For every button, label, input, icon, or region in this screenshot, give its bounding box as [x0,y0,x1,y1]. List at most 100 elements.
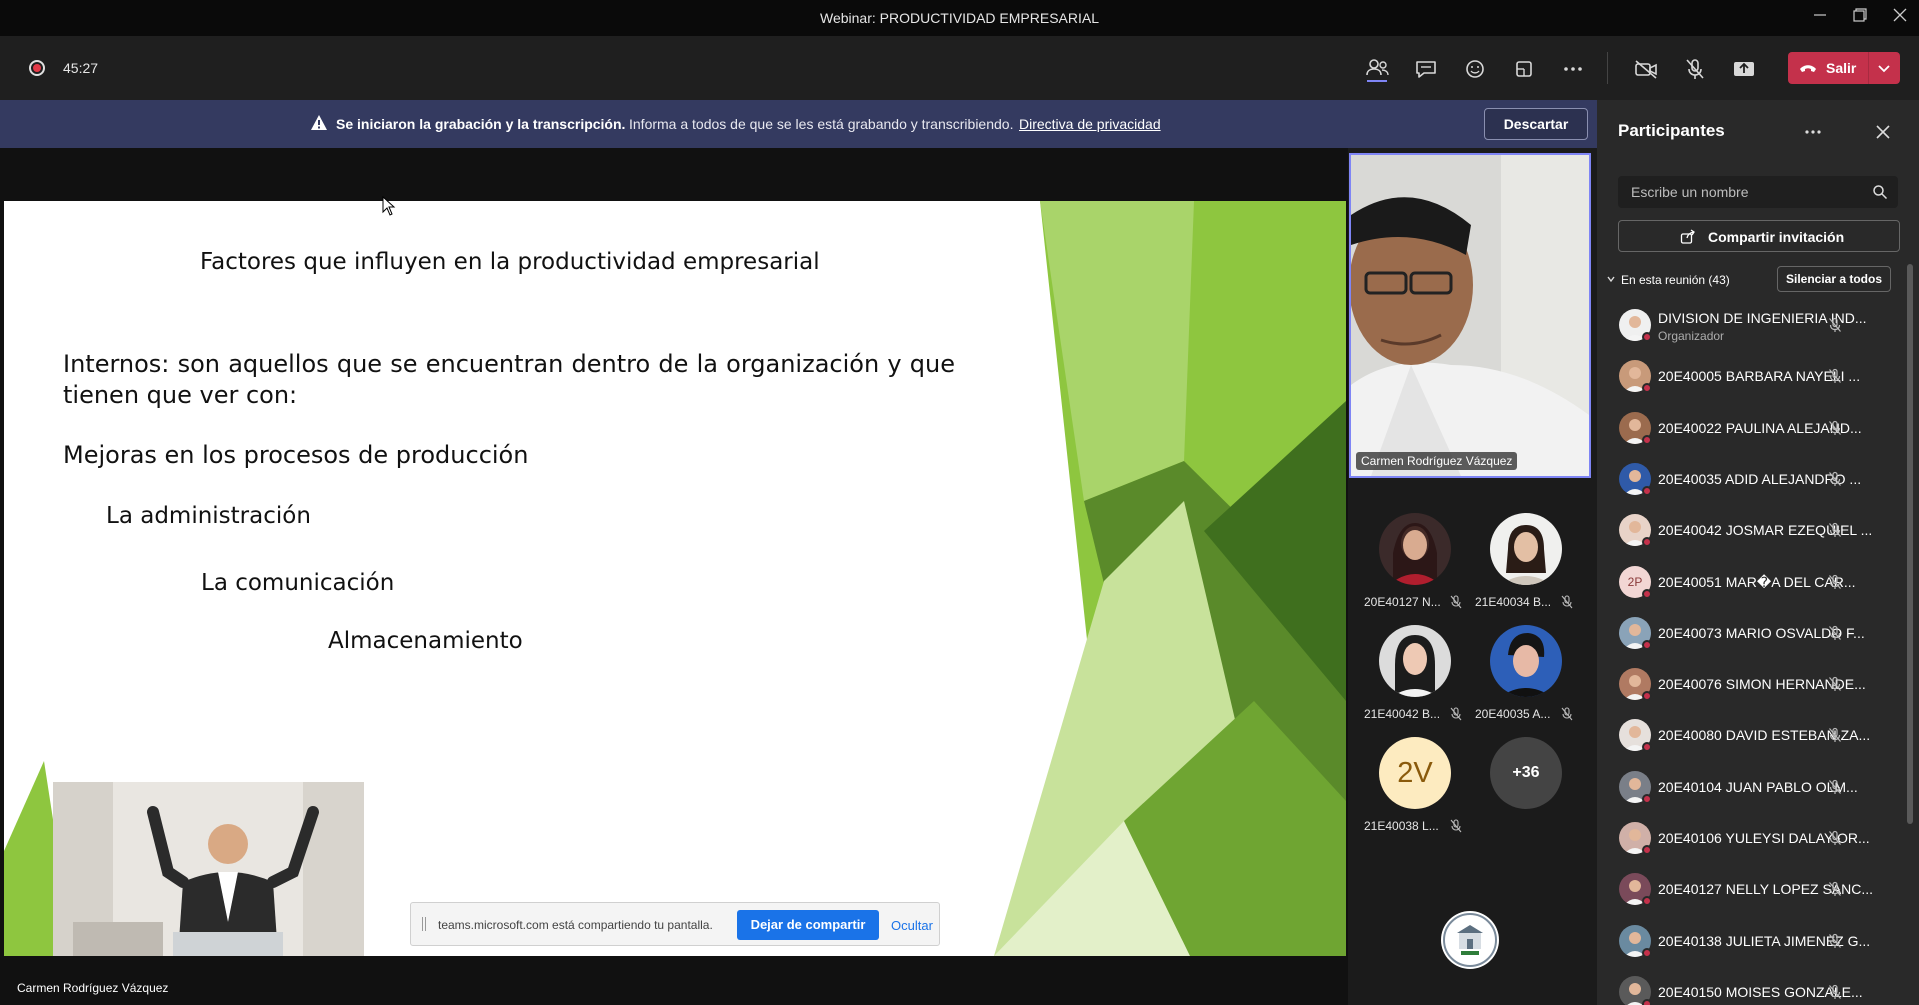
mic-off-icon[interactable] [1680,54,1710,84]
mic-off-icon[interactable] [1827,933,1843,949]
camera-off-icon[interactable] [1631,54,1661,84]
more-options-icon[interactable] [1801,120,1825,144]
participant-row[interactable]: 20E40106 YULEYSI DALAY OR... [1597,813,1907,864]
overflow-tile[interactable]: +36 [1470,737,1580,847]
dismiss-button[interactable]: Descartar [1484,108,1588,140]
video-tile[interactable]: 20E40127 N... [1359,513,1469,623]
recording-info: Informa a todos de que se les está graba… [629,116,1014,132]
close-window-icon[interactable] [1882,6,1918,30]
participant-row[interactable]: 20E40104 JUAN PABLO OLM... [1597,762,1907,813]
presence-dot [1642,485,1652,496]
phone-icon [1800,65,1816,72]
tile-name: 20E40127 N... [1364,595,1441,609]
video-tile[interactable]: 21E40034 B... [1470,513,1580,623]
chevron-down-icon[interactable] [1606,274,1616,284]
tile-name: 20E40035 A... [1475,707,1551,721]
participants-panel: Participantes Compartir invitación En es… [1597,100,1919,1005]
participant-row[interactable]: 20E40073 MARIO OSVALDO F... [1597,608,1907,659]
participant-row[interactable]: 20E40005 BARBARA NAYELI ... [1597,351,1907,402]
video-tile[interactable]: 2V 21E40038 L... [1359,737,1469,847]
restore-icon[interactable] [1842,6,1878,30]
in-meeting-section[interactable]: En esta reunión (43) Silenciar a todos [1606,266,1906,294]
panel-title: Participantes [1618,121,1725,140]
participant-row[interactable]: 20E40150 MOISES GONZALE... [1597,967,1907,1005]
window-title: Webinar: PRODUCTIVIDAD EMPRESARIAL [819,10,1100,26]
mic-off-icon [1450,707,1462,721]
share-arrow-icon [1680,229,1695,244]
presenter-video [1351,155,1589,476]
privacy-link[interactable]: Directiva de privacidad [1019,116,1161,132]
leave-button[interactable]: Salir [1788,52,1900,84]
participant-role: Organizador [1658,329,1725,343]
search-input[interactable] [1618,176,1858,208]
mic-off-icon[interactable] [1827,420,1843,436]
presentation-slide: Factores que influyen en la productivida… [4,201,1346,956]
reactions-icon[interactable] [1460,54,1490,84]
rooms-icon[interactable] [1509,54,1539,84]
mic-off-icon[interactable] [1827,676,1843,692]
mute-all-button[interactable]: Silenciar a todos [1777,266,1891,292]
slide-item: Almacenamiento [328,628,523,654]
slide-title: Factores que influyen en la productivida… [200,249,820,275]
stop-sharing-button[interactable]: Dejar de compartir [737,910,879,940]
presence-dot [1642,332,1652,342]
drag-handle-icon[interactable] [422,917,426,931]
scrollbar[interactable] [1907,264,1913,824]
participant-list: DIVISION DE INGENIERIA IND... Organizador… [1597,300,1919,1005]
participant-row[interactable]: 20E40076 SIMON HERNANDE... [1597,659,1907,710]
participant-name-tag: Carmen Rodríguez Vázquez [1356,452,1518,470]
mic-off-icon[interactable] [1827,522,1843,538]
chevron-down-icon[interactable] [1876,61,1892,75]
participant-row[interactable]: 20E40080 DAVID ESTEBAN ZA... [1597,710,1907,761]
main-video-tile[interactable]: Carmen Rodríguez Vázquez [1349,153,1591,478]
slide-paragraph: Internos: son aquellos que se encuentran… [63,350,955,409]
avatar [1490,513,1562,585]
video-tile[interactable]: 21E40042 B... [1359,625,1469,735]
mic-off-icon[interactable] [1827,368,1843,384]
mic-off-icon[interactable] [1827,779,1843,795]
organizer-logo [1441,911,1499,969]
mic-off-icon[interactable] [1827,317,1843,333]
initials-avatar: 2V [1379,737,1451,809]
section-label: En esta reunión (43) [1621,273,1730,287]
mic-off-icon[interactable] [1827,881,1843,897]
people-icon[interactable] [1362,54,1392,84]
slide-item: La administración [106,503,311,529]
share-icon[interactable] [1729,54,1759,84]
presence-dot [1642,793,1652,804]
participant-row[interactable]: 20E40035 ADID ALEJANDRO ... [1597,454,1907,505]
minimize-icon[interactable] [1802,6,1838,30]
participant-row[interactable]: 20E40138 JULIETA JIMENEZ G... [1597,916,1907,967]
close-icon[interactable] [1871,120,1895,144]
toolbar-divider [1607,52,1608,84]
presence-dot [1642,845,1652,855]
participant-row[interactable]: 20E40127 NELLY LOPEZ SANC... [1597,864,1907,915]
mic-off-icon[interactable] [1827,727,1843,743]
recording-notice: Se iniciaron la grabación y la transcrip… [336,116,626,132]
mic-off-icon[interactable] [1827,984,1843,1000]
participant-row[interactable]: 2P 20E40051 MAR�A DEL CAR... [1597,557,1907,608]
participant-row[interactable]: DIVISION DE INGENIERIA IND... Organizador [1597,300,1907,351]
presence-dot [1642,896,1652,907]
mic-off-icon[interactable] [1827,471,1843,487]
hide-link[interactable]: Ocultar [891,918,933,933]
mic-off-icon [1450,595,1462,609]
mic-off-icon[interactable] [1827,574,1843,590]
presence-dot [1642,691,1652,702]
chat-icon[interactable] [1411,54,1441,84]
more-participants-count: +36 [1490,737,1562,809]
mic-off-icon [1561,595,1573,609]
mic-off-icon[interactable] [1827,830,1843,846]
mic-off-icon [1450,819,1462,833]
presence-dot [1642,947,1652,958]
tile-name: 21E40042 B... [1364,707,1441,721]
presenter-name: Carmen Rodríguez Vázquez [17,981,169,995]
video-tile[interactable]: 20E40035 A... [1470,625,1580,735]
participant-row[interactable]: 20E40042 JOSMAR EZEQUIEL ... [1597,505,1907,556]
participant-row[interactable]: 20E40022 PAULINA ALEJAND... [1597,403,1907,454]
avatar [1490,625,1562,697]
search-icon[interactable] [1872,184,1888,200]
more-icon[interactable] [1558,54,1588,84]
mic-off-icon[interactable] [1827,625,1843,641]
share-invite-button[interactable]: Compartir invitación [1618,220,1900,252]
